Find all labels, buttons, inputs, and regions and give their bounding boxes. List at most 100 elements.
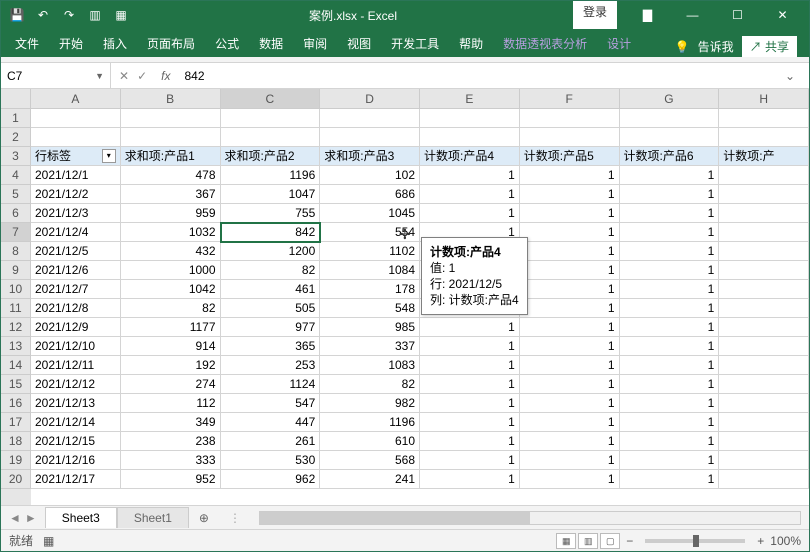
- row-header[interactable]: 9: [1, 261, 31, 280]
- redo-icon[interactable]: ↷: [57, 4, 81, 26]
- cell[interactable]: 1: [420, 432, 520, 451]
- row-header[interactable]: 19: [1, 451, 31, 470]
- cell[interactable]: 2021/12/3: [31, 204, 121, 223]
- row-header[interactable]: 12: [1, 318, 31, 337]
- cell[interactable]: [420, 109, 520, 128]
- cell[interactable]: 1200: [221, 242, 321, 261]
- cell[interactable]: [719, 375, 809, 394]
- cell[interactable]: [221, 128, 321, 147]
- row-header[interactable]: 6: [1, 204, 31, 223]
- cell[interactable]: 1: [520, 204, 620, 223]
- cell[interactable]: 1: [520, 451, 620, 470]
- cell[interactable]: 1: [420, 204, 520, 223]
- cell[interactable]: 1: [520, 318, 620, 337]
- cell[interactable]: 610: [320, 432, 420, 451]
- cell[interactable]: 1: [520, 470, 620, 489]
- zoom-level[interactable]: 100%: [770, 534, 801, 548]
- cell[interactable]: 计数项:产品4: [420, 147, 520, 166]
- cell[interactable]: [719, 128, 809, 147]
- cell[interactable]: 1: [420, 185, 520, 204]
- cell[interactable]: 1: [620, 185, 720, 204]
- cell[interactable]: 1: [420, 337, 520, 356]
- cell[interactable]: [420, 128, 520, 147]
- cell[interactable]: 82: [221, 261, 321, 280]
- cell[interactable]: 1: [520, 299, 620, 318]
- tab-pivot-analyze[interactable]: 数据透视表分析: [493, 30, 597, 57]
- bulb-icon[interactable]: 💡: [675, 40, 690, 54]
- undo-icon[interactable]: ↶: [31, 4, 55, 26]
- cell[interactable]: 1: [620, 356, 720, 375]
- row-header[interactable]: 18: [1, 432, 31, 451]
- cell[interactable]: 842: [221, 223, 321, 242]
- cell[interactable]: 1: [520, 242, 620, 261]
- qat-icon[interactable]: ▥: [83, 4, 107, 26]
- row-header[interactable]: 8: [1, 242, 31, 261]
- cell[interactable]: 349: [121, 413, 221, 432]
- cell[interactable]: 2021/12/17: [31, 470, 121, 489]
- cell[interactable]: [719, 166, 809, 185]
- cell[interactable]: 505: [221, 299, 321, 318]
- cell[interactable]: 82: [121, 299, 221, 318]
- cell[interactable]: 1177: [121, 318, 221, 337]
- cell[interactable]: 1: [520, 394, 620, 413]
- tab-help[interactable]: 帮助: [449, 30, 493, 57]
- formula-bar[interactable]: 842 ⌄: [176, 63, 809, 88]
- cell[interactable]: 1: [620, 451, 720, 470]
- cell[interactable]: 2021/12/9: [31, 318, 121, 337]
- ribbon-options-icon[interactable]: ▇: [625, 1, 670, 29]
- row-header[interactable]: 20: [1, 470, 31, 489]
- cell[interactable]: 977: [221, 318, 321, 337]
- row-header[interactable]: 14: [1, 356, 31, 375]
- row-header[interactable]: 15: [1, 375, 31, 394]
- cell[interactable]: 238: [121, 432, 221, 451]
- cell[interactable]: 365: [221, 337, 321, 356]
- save-icon[interactable]: 💾: [5, 4, 29, 26]
- cell[interactable]: 261: [221, 432, 321, 451]
- cell[interactable]: [620, 109, 720, 128]
- row-header[interactable]: 3: [1, 147, 31, 166]
- cell[interactable]: 478: [121, 166, 221, 185]
- cell[interactable]: 1032: [121, 223, 221, 242]
- cell[interactable]: 2021/12/11: [31, 356, 121, 375]
- cell[interactable]: 1: [420, 375, 520, 394]
- cell[interactable]: 241: [320, 470, 420, 489]
- close-icon[interactable]: ✕: [760, 1, 805, 29]
- cell[interactable]: 1196: [221, 166, 321, 185]
- cell[interactable]: 432: [121, 242, 221, 261]
- zoom-out-icon[interactable]: −: [626, 534, 633, 548]
- col-header[interactable]: D: [320, 89, 420, 109]
- cell[interactable]: 1: [420, 470, 520, 489]
- view-layout-icon[interactable]: ▥: [578, 533, 598, 549]
- cell[interactable]: [31, 109, 121, 128]
- cell[interactable]: 1: [520, 280, 620, 299]
- cell[interactable]: 1: [520, 166, 620, 185]
- view-normal-icon[interactable]: ▦: [556, 533, 576, 549]
- cell[interactable]: 112: [121, 394, 221, 413]
- cell[interactable]: 2021/12/5: [31, 242, 121, 261]
- cell[interactable]: [719, 109, 809, 128]
- cell[interactable]: 2021/12/6: [31, 261, 121, 280]
- cell[interactable]: 568: [320, 451, 420, 470]
- cell[interactable]: 333: [121, 451, 221, 470]
- tab-layout[interactable]: 页面布局: [137, 30, 205, 57]
- sheet-prev-icon[interactable]: ◄: [9, 511, 21, 525]
- cell[interactable]: 2021/12/15: [31, 432, 121, 451]
- share-button[interactable]: ↗ 共享: [742, 36, 797, 57]
- cell[interactable]: 755: [221, 204, 321, 223]
- cell[interactable]: 计数项:产品6: [620, 147, 720, 166]
- cell[interactable]: 274: [121, 375, 221, 394]
- cell[interactable]: 1: [620, 432, 720, 451]
- filter-button[interactable]: ▾: [102, 149, 116, 163]
- cell[interactable]: 548: [320, 299, 420, 318]
- cell[interactable]: [719, 451, 809, 470]
- cell[interactable]: 547: [221, 394, 321, 413]
- cell[interactable]: 1: [420, 451, 520, 470]
- cell[interactable]: [719, 223, 809, 242]
- cell[interactable]: 1: [420, 394, 520, 413]
- cell[interactable]: 1: [620, 166, 720, 185]
- cell[interactable]: [719, 318, 809, 337]
- cell[interactable]: 1: [620, 223, 720, 242]
- cell[interactable]: [719, 356, 809, 375]
- cell[interactable]: 178: [320, 280, 420, 299]
- tab-data[interactable]: 数据: [249, 30, 293, 57]
